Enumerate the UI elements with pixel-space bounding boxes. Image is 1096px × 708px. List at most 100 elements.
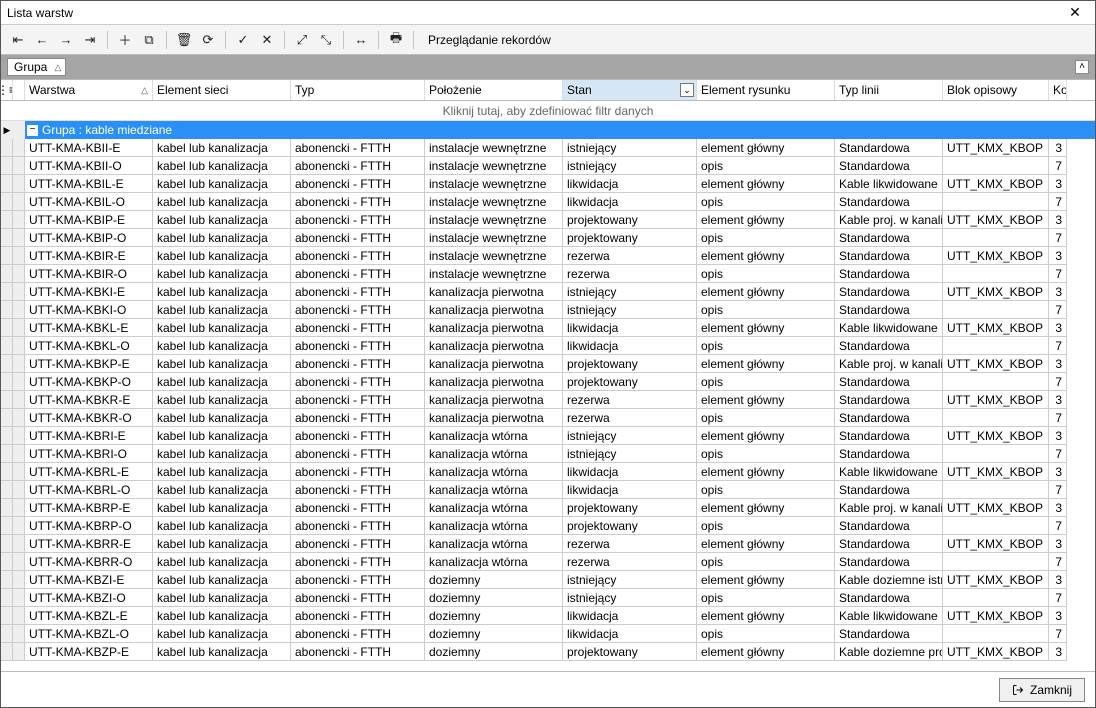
- cell-typ-linii: Kable proj. w kanalizacji: [835, 355, 943, 373]
- col-element-rysunku[interactable]: Element rysunku: [697, 80, 835, 100]
- table-row[interactable]: UTT-KMA-KBRI-Ekabel lub kanalizacjaabone…: [1, 427, 1095, 445]
- cell-typ: abonencki - FTTH: [291, 211, 425, 229]
- cell-blok-opisowy: UTT_KMX_KBOP: [943, 211, 1049, 229]
- table-row[interactable]: UTT-KMA-KBIL-Okabel lub kanalizacjaabone…: [1, 193, 1095, 211]
- table-row[interactable]: UTT-KMA-KBZL-Ekabel lub kanalizacjaabone…: [1, 607, 1095, 625]
- table-row[interactable]: UTT-KMA-KBII-Ekabel lub kanalizacjaabone…: [1, 139, 1095, 157]
- table-row[interactable]: UTT-KMA-KBIR-Okabel lub kanalizacjaabone…: [1, 265, 1095, 283]
- row-indicator: [1, 409, 13, 427]
- col-stan[interactable]: Stan ⌄: [563, 80, 697, 100]
- row-indent: [13, 589, 25, 607]
- collapse-icon[interactable]: ⤡: [315, 29, 337, 51]
- cell-polozenie: instalacje wewnętrzne: [425, 157, 563, 175]
- copy-icon[interactable]: ⧉: [138, 29, 160, 51]
- separator: [166, 31, 167, 49]
- table-row[interactable]: UTT-KMA-KBRL-Ekabel lub kanalizacjaabone…: [1, 463, 1095, 481]
- delete-icon[interactable]: 🗑: [173, 29, 195, 51]
- nav-first-icon[interactable]: ⇤: [7, 29, 29, 51]
- cell-stan: likwidacja: [563, 319, 697, 337]
- col-polozenie[interactable]: Położenie: [425, 80, 563, 100]
- cell-element-sieci: kabel lub kanalizacja: [153, 265, 291, 283]
- row-indicator: [1, 157, 13, 175]
- table-row[interactable]: UTT-KMA-KBIP-Okabel lub kanalizacjaabone…: [1, 229, 1095, 247]
- cell-warstwa: UTT-KMA-KBZP-E: [25, 643, 153, 661]
- cell-typ-linii: Standardowa: [835, 517, 943, 535]
- print-icon[interactable]: 🖶: [385, 29, 407, 51]
- accept-icon[interactable]: ✓: [232, 29, 254, 51]
- titlebar[interactable]: Lista warstw ✕: [1, 1, 1095, 25]
- table-row[interactable]: UTT-KMA-KBRR-Ekabel lub kanalizacjaabone…: [1, 535, 1095, 553]
- toolbar-mode-label: Przeglądanie rekordów: [428, 33, 551, 47]
- col-element-sieci[interactable]: Element sieci: [153, 80, 291, 100]
- cell-element-sieci: kabel lub kanalizacja: [153, 607, 291, 625]
- refresh-icon[interactable]: ⟳: [197, 29, 219, 51]
- cell-warstwa: UTT-KMA-KBKR-E: [25, 391, 153, 409]
- cell-typ: abonencki - FTTH: [291, 229, 425, 247]
- table-row[interactable]: UTT-KMA-KBRI-Okabel lub kanalizacjaabone…: [1, 445, 1095, 463]
- table-row[interactable]: UTT-KMA-KBRP-Ekabel lub kanalizacjaabone…: [1, 499, 1095, 517]
- table-row[interactable]: UTT-KMA-KBZI-Okabel lub kanalizacjaabone…: [1, 589, 1095, 607]
- window-close-button[interactable]: ✕: [1061, 3, 1089, 23]
- col-typ-linii[interactable]: Typ linii: [835, 80, 943, 100]
- cell-polozenie: instalacje wewnętrzne: [425, 247, 563, 265]
- add-icon[interactable]: ＋: [114, 29, 136, 51]
- table-row[interactable]: UTT-KMA-KBKP-Okabel lub kanalizacjaabone…: [1, 373, 1095, 391]
- table-row[interactable]: UTT-KMA-KBZP-Ekabel lub kanalizacjaabone…: [1, 643, 1095, 661]
- expand-icon[interactable]: ⤢: [291, 29, 313, 51]
- cell-warstwa: UTT-KMA-KBII-E: [25, 139, 153, 157]
- cell-typ-linii: Standardowa: [835, 139, 943, 157]
- fit-icon[interactable]: ↔: [350, 29, 372, 51]
- table-row[interactable]: UTT-KMA-KBRR-Okabel lub kanalizacjaabone…: [1, 553, 1095, 571]
- data-rows-viewport[interactable]: UTT-KMA-KBII-Ekabel lub kanalizacjaabone…: [1, 139, 1095, 671]
- table-row[interactable]: UTT-KMA-KBZL-Okabel lub kanalizacjaabone…: [1, 625, 1095, 643]
- table-row[interactable]: UTT-KMA-KBKI-Ekabel lub kanalizacjaabone…: [1, 283, 1095, 301]
- nav-prev-icon[interactable]: ←: [31, 29, 53, 51]
- row-indicator: [1, 355, 13, 373]
- grouppanel-expand-button[interactable]: ˄: [1075, 60, 1089, 74]
- table-row[interactable]: UTT-KMA-KBRL-Okabel lub kanalizacjaabone…: [1, 481, 1095, 499]
- table-row[interactable]: UTT-KMA-KBKL-Okabel lub kanalizacjaabone…: [1, 337, 1095, 355]
- cell-warstwa: UTT-KMA-KBKL-O: [25, 337, 153, 355]
- cell-polozenie: instalacje wewnętrzne: [425, 175, 563, 193]
- cell-typ-linii: Kable proj. w kanalizacji: [835, 211, 943, 229]
- cell-element-sieci: kabel lub kanalizacja: [153, 589, 291, 607]
- cell-element-rysunku: opis: [697, 337, 835, 355]
- col-warstwa[interactable]: Warstwa: [25, 80, 153, 100]
- cell-kolo: 3: [1049, 355, 1067, 373]
- table-row[interactable]: UTT-KMA-KBKR-Ekabel lub kanalizacjaabone…: [1, 391, 1095, 409]
- indicator-column[interactable]: ⋮≡: [1, 80, 13, 100]
- chevron-down-icon[interactable]: ⌄: [680, 83, 694, 97]
- group-collapse-toggle[interactable]: −: [27, 125, 38, 136]
- filter-row[interactable]: Kliknij tutaj, aby zdefiniować filtr dan…: [1, 101, 1095, 121]
- group-panel[interactable]: Grupa ˄: [1, 55, 1095, 79]
- table-row[interactable]: UTT-KMA-KBRP-Okabel lub kanalizacjaabone…: [1, 517, 1095, 535]
- cell-warstwa: UTT-KMA-KBIL-E: [25, 175, 153, 193]
- table-row[interactable]: UTT-KMA-KBIR-Ekabel lub kanalizacjaabone…: [1, 247, 1095, 265]
- cancel-icon[interactable]: ✕: [256, 29, 278, 51]
- nav-last-icon[interactable]: ⇥: [79, 29, 101, 51]
- table-row[interactable]: UTT-KMA-KBIL-Ekabel lub kanalizacjaabone…: [1, 175, 1095, 193]
- row-indent: [13, 607, 25, 625]
- cell-typ: abonencki - FTTH: [291, 301, 425, 319]
- cell-warstwa: UTT-KMA-KBRP-E: [25, 499, 153, 517]
- table-row[interactable]: UTT-KMA-KBKP-Ekabel lub kanalizacjaabone…: [1, 355, 1095, 373]
- col-blok-opisowy[interactable]: Blok opisowy: [943, 80, 1049, 100]
- table-row[interactable]: UTT-KMA-KBZI-Ekabel lub kanalizacjaabone…: [1, 571, 1095, 589]
- table-row[interactable]: UTT-KMA-KBKI-Okabel lub kanalizacjaabone…: [1, 301, 1095, 319]
- group-row[interactable]: ▶ − Grupa : kable miedziane: [1, 121, 1095, 139]
- col-kolo[interactable]: Kolo: [1049, 80, 1067, 100]
- table-row[interactable]: UTT-KMA-KBKR-Okabel lub kanalizacjaabone…: [1, 409, 1095, 427]
- cell-typ: abonencki - FTTH: [291, 553, 425, 571]
- table-row[interactable]: UTT-KMA-KBIP-Ekabel lub kanalizacjaabone…: [1, 211, 1095, 229]
- group-chip[interactable]: Grupa: [7, 58, 66, 76]
- cell-warstwa: UTT-KMA-KBZL-E: [25, 607, 153, 625]
- cell-polozenie: kanalizacja wtórna: [425, 427, 563, 445]
- table-row[interactable]: UTT-KMA-KBKL-Ekabel lub kanalizacjaabone…: [1, 319, 1095, 337]
- table-row[interactable]: UTT-KMA-KBII-Okabel lub kanalizacjaabone…: [1, 157, 1095, 175]
- cell-polozenie: doziemny: [425, 625, 563, 643]
- cell-blok-opisowy: UTT_KMX_KBOP: [943, 139, 1049, 157]
- col-typ[interactable]: Typ: [291, 80, 425, 100]
- nav-next-icon[interactable]: →: [55, 29, 77, 51]
- cell-typ: abonencki - FTTH: [291, 157, 425, 175]
- close-button[interactable]: Zamknij: [999, 678, 1085, 702]
